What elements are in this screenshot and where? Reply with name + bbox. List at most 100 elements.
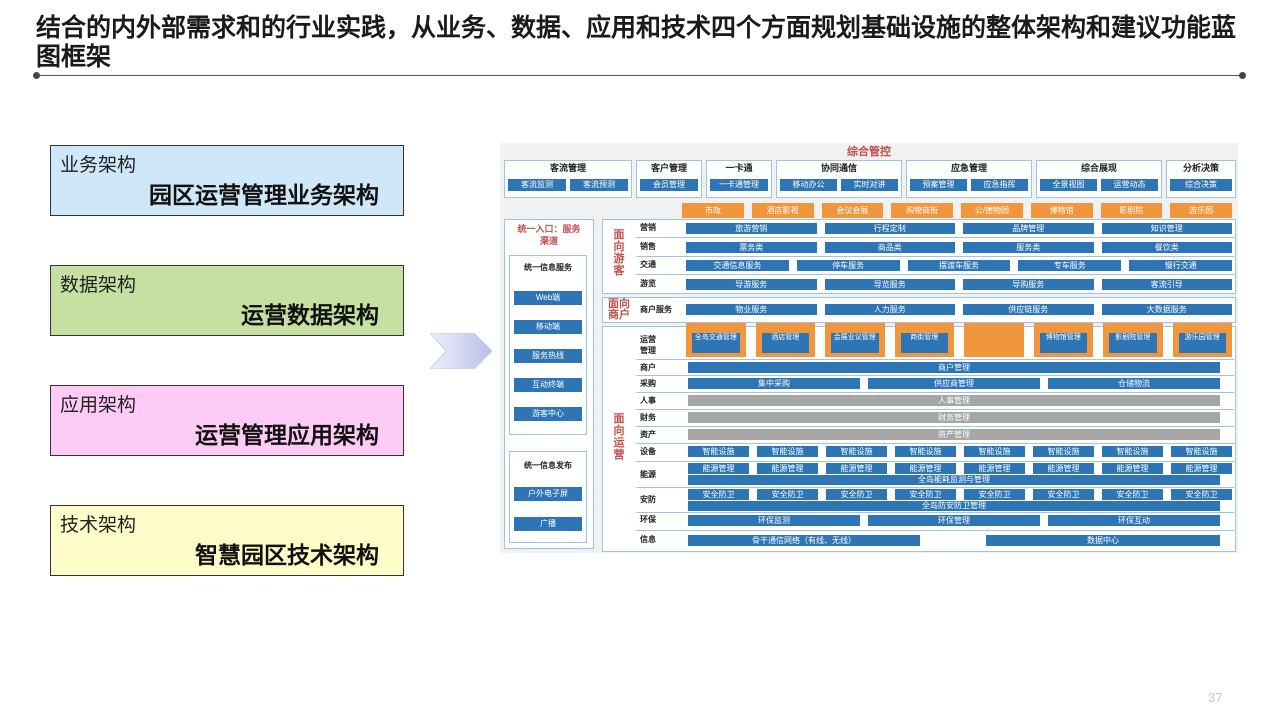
operation-row-label: 环保 xyxy=(640,515,656,524)
operation-item: 环保互动 xyxy=(1048,515,1220,526)
merchant-row-label: 商户服务 xyxy=(640,305,672,314)
top-group-item: 实时对讲 xyxy=(841,179,898,191)
tourist-row-item: 停车服务 xyxy=(796,260,900,271)
card-label: 技术架构 xyxy=(60,515,137,536)
management-box xyxy=(964,323,1024,357)
operation-item: 安全防卫 xyxy=(964,489,1025,500)
tourist-row-item: 服务类 xyxy=(963,241,1094,253)
operation-item: 能源管理 xyxy=(757,463,818,474)
tourist-row-item: 客流引导 xyxy=(1101,278,1232,290)
management-box-label: 博物馆管理 xyxy=(1039,333,1087,353)
architecture-blueprint-diagram: 综合管控 客流管理 客流监测 客流预测 客户管理 会员管理 一卡通 一卡通管理 协同通信 移动办公… xyxy=(500,143,1238,553)
venue-chip: 游乐园 xyxy=(1170,203,1232,218)
venue-chip: 市政 xyxy=(682,203,744,218)
tourist-row-item: 商品类 xyxy=(824,241,955,253)
operation-item: 智能设施 xyxy=(1102,446,1163,457)
row-divider xyxy=(636,487,1234,488)
operation-item: 智能设施 xyxy=(1033,446,1094,457)
operation-bar: 财务管理 xyxy=(688,412,1220,423)
management-box-label: 影剧院管理 xyxy=(1109,333,1157,353)
management-box-label: 酒店管理 xyxy=(761,333,809,353)
operation-item: 安全防卫 xyxy=(826,489,887,500)
operation-item: 能源管理 xyxy=(964,463,1025,474)
management-box-label: 全岛交通管理 xyxy=(692,333,740,353)
tourist-row-item: 专车服务 xyxy=(1018,260,1122,271)
operation-item: 智能设施 xyxy=(895,446,956,457)
operation-row-label: 设备 xyxy=(640,447,656,456)
row-divider xyxy=(636,512,1234,513)
tourist-row-item: 餐饮类 xyxy=(1101,241,1232,253)
top-group-item: 移动办公 xyxy=(780,179,837,191)
card-title: 运营管理应用架构 xyxy=(195,422,379,448)
operation-item: 供应商管理 xyxy=(868,378,1040,389)
row-divider xyxy=(636,255,1234,257)
operation-item: 智能设施 xyxy=(688,446,749,457)
publish-item: 户外电子屏 xyxy=(514,487,582,501)
operation-item: 数据中心 xyxy=(986,535,1220,546)
management-box-label: 会展业议管理 xyxy=(831,333,879,353)
entry-title: 统一入口：服务渠道 xyxy=(517,224,581,246)
operation-item: 智能设施 xyxy=(964,446,1025,457)
operation-item: 安全防卫 xyxy=(1102,489,1163,500)
venue-chip: 酒店影视 xyxy=(751,203,814,218)
top-group-item: 全景视图 xyxy=(1040,179,1097,191)
operation-item: 仓储物流 xyxy=(1048,378,1220,389)
operation-item: 能源管理 xyxy=(1171,463,1232,474)
top-group-title: 应急管理 xyxy=(950,163,987,173)
row-divider xyxy=(636,375,1234,376)
operation-row-label: 能源 xyxy=(640,470,656,479)
card-application-architecture: 应用架构 运营管理应用架构 xyxy=(50,385,404,456)
operation-item: 骨干通信网络（有线、无线） xyxy=(688,535,920,546)
operation-bar: 全岛能耗监测与管理 xyxy=(688,475,1220,485)
operation-item: 集中采购 xyxy=(688,378,860,389)
management-box-label: 游乐园管理 xyxy=(1178,333,1226,353)
tourist-row-item: 品牌管理 xyxy=(963,223,1094,234)
card-title: 运营数据架构 xyxy=(241,302,379,328)
tourist-row-item: 导览服务 xyxy=(824,278,955,290)
operation-item: 安全防卫 xyxy=(1033,489,1094,500)
publish-item: 广播 xyxy=(514,517,582,531)
operation-bar: 商户管理 xyxy=(688,362,1220,373)
divider-dot-left xyxy=(33,72,40,79)
row-divider xyxy=(636,392,1234,393)
tourist-row-label: 交通 xyxy=(640,260,656,269)
section-label-tourist: 面向游客 xyxy=(613,229,625,277)
top-group-title: 综合展现 xyxy=(1080,163,1117,173)
row-divider xyxy=(636,426,1234,427)
service-item: 服务热线 xyxy=(514,349,582,363)
venue-chip: 公/德物园 xyxy=(961,203,1023,218)
card-title: 园区运营管理业务架构 xyxy=(149,182,379,208)
operation-row-label: 人事 xyxy=(640,396,656,405)
operation-item: 能源管理 xyxy=(826,463,887,474)
card-label: 业务架构 xyxy=(60,155,137,176)
tourist-row-item: 行程定制 xyxy=(824,223,955,234)
operation-row-label: 信息 xyxy=(640,535,656,544)
card-technology-architecture: 技术架构 智慧园区技术架构 xyxy=(50,505,404,576)
divider-dot-right xyxy=(1239,72,1246,79)
operation-item: 环保管理 xyxy=(868,515,1040,526)
operation-item: 安全防卫 xyxy=(1171,489,1232,500)
operation-row-label: 资产 xyxy=(640,430,656,439)
merchant-row-item: 人力服务 xyxy=(824,304,955,315)
operation-item: 安全防卫 xyxy=(757,489,818,500)
tourist-row-label: 销售 xyxy=(640,241,656,251)
card-label: 数据架构 xyxy=(60,275,137,296)
operation-item: 能源管理 xyxy=(688,463,749,474)
card-data-architecture: 数据架构 运营数据架构 xyxy=(50,265,404,336)
operation-item: 能源管理 xyxy=(1102,463,1163,474)
row-divider xyxy=(636,359,1234,360)
section-label-merchant: 面向商户 xyxy=(608,298,630,321)
service-item: Web端 xyxy=(514,291,582,305)
merchant-row-item: 供应链服务 xyxy=(963,304,1094,315)
row-divider xyxy=(636,274,1234,275)
section-label-operation: 面向运营 xyxy=(613,413,625,461)
title-divider xyxy=(36,75,1242,76)
tourist-row-item: 慢行交通 xyxy=(1129,260,1232,271)
operation-item: 安全防卫 xyxy=(895,489,956,500)
top-group-title: 分析决策 xyxy=(1182,163,1219,173)
service-item: 游客中心 xyxy=(514,407,582,421)
operation-bar: 人事管理 xyxy=(688,395,1220,406)
operation-item: 能源管理 xyxy=(895,463,956,474)
top-group-item: 会员管理 xyxy=(640,179,698,191)
top-group-item: 客流预测 xyxy=(570,179,628,191)
